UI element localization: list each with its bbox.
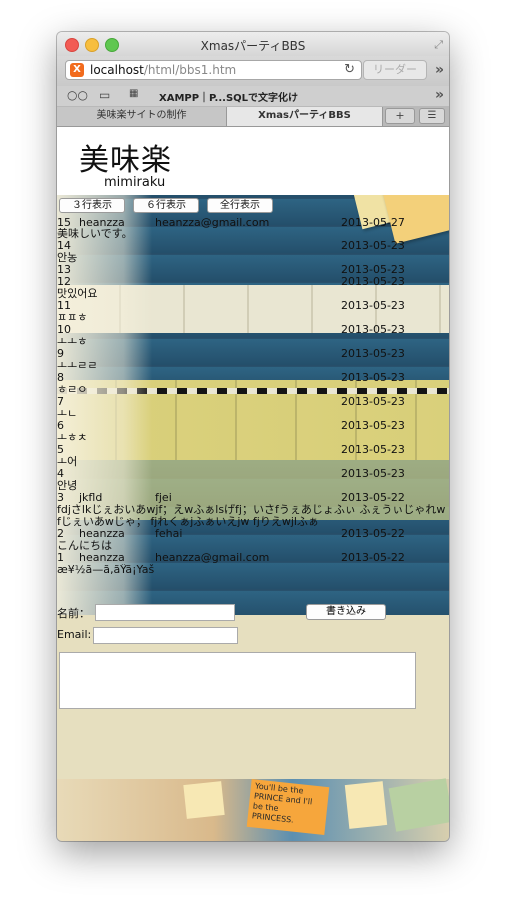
site-logo[interactable]: 美味楽 [79, 135, 172, 179]
tab-bar: 美味楽サイトの制作 XmasパーティBBS + ☰ [57, 106, 449, 127]
bookmark-item[interactable]: XAMPP｜P...SQLで文字化け [159, 89, 298, 104]
bookmarks-book-icon[interactable]: ▭ [99, 88, 110, 102]
xampp-favicon-icon: X [70, 63, 84, 77]
url-host: localhost [90, 63, 144, 77]
browser-toolbar: X localhost/html/bbs1.htm ↻ リーダー » [57, 56, 449, 86]
toolbar-overflow-icon[interactable]: » [435, 62, 444, 78]
tab-mimiraku-site[interactable]: 美味楽サイトの制作 [57, 107, 227, 126]
show-3-rows-button[interactable]: ３行表示 [59, 198, 125, 213]
reload-icon[interactable]: ↻ [344, 62, 355, 77]
sticky-note [344, 781, 388, 829]
show-all-rows-button[interactable]: 全行表示 [207, 198, 273, 213]
page-content: 美味楽 mimiraku You'll be the PRINCE and I'… [57, 127, 449, 841]
name-input[interactable] [95, 604, 235, 621]
show-6-rows-button[interactable]: ６行表示 [133, 198, 199, 213]
sticky-note [388, 778, 449, 832]
message-textarea[interactable] [59, 652, 416, 709]
post-body: æ¥½ã—ã‚ãŸã¡Yaš [57, 564, 155, 576]
top-sites-grid-icon[interactable]: ▦ [129, 88, 138, 99]
new-tab-plus-icon[interactable]: + [385, 108, 415, 124]
title-bar: XmasパーティBBS ⤢ [57, 32, 449, 56]
window-title: XmasパーティBBS [200, 39, 306, 53]
fullscreen-icon[interactable]: ⤢ [434, 38, 443, 52]
site-logo-subtitle: mimiraku [104, 175, 166, 190]
tab-list-icon[interactable]: ☰ [419, 108, 445, 124]
submit-button[interactable]: 書き込み [306, 604, 386, 620]
address-bar[interactable]: X localhost/html/bbs1.htm ↻ [65, 60, 362, 80]
bookmarks-overflow-icon[interactable]: » [435, 87, 444, 103]
url-path: /html/bbs1.htm [143, 63, 237, 77]
post-body: fdjさlkじぇおいあwjf；えwふぁlsげfj；いさfうぇあじょふぃ ふぇうぃ… [57, 504, 446, 528]
reader-button[interactable]: リーダー [363, 60, 427, 80]
sticky-note-prince: You'll be the PRINCE and I'll be the PRI… [246, 779, 330, 835]
browser-window: XmasパーティBBS ⤢ X localhost/html/bbs1.htm … [57, 32, 449, 841]
email-label: Email: [57, 628, 92, 641]
bookmarks-bar: ○○ ▭ ▦ XAMPP｜P...SQLで文字化け » [57, 86, 449, 106]
name-label: 名前： [57, 607, 90, 620]
reading-list-icon[interactable]: ○○ [67, 88, 88, 102]
site-header: 美味楽 mimiraku [57, 127, 449, 195]
email-input[interactable] [93, 627, 238, 644]
tab-xmas-bbs[interactable]: XmasパーティBBS [227, 107, 383, 126]
